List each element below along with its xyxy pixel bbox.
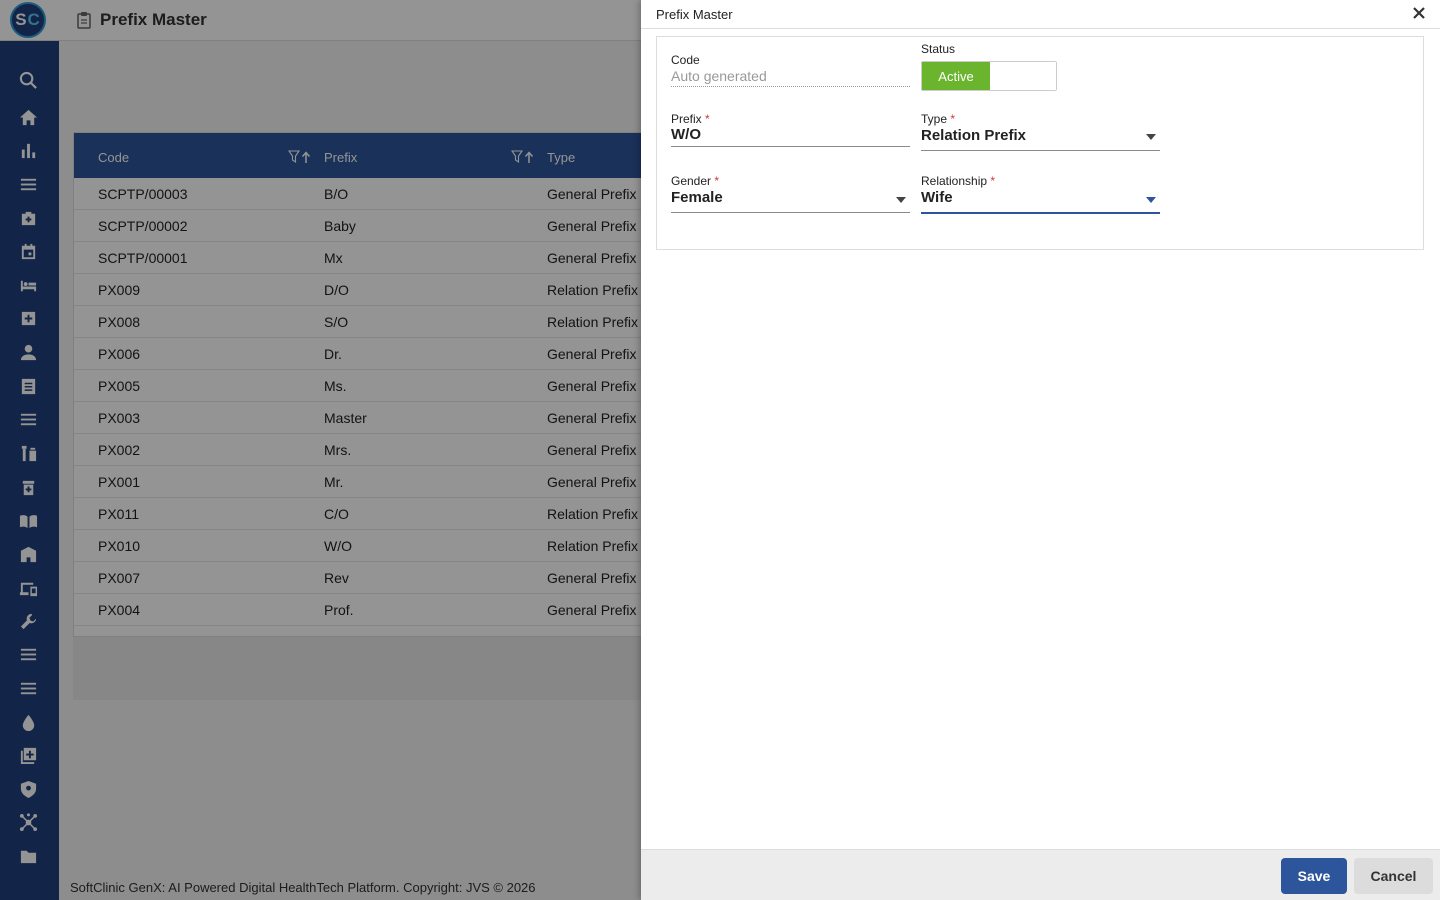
gender-label: Gender * <box>671 174 720 188</box>
status-active-option[interactable]: Active <box>922 62 990 90</box>
type-underline <box>921 150 1160 151</box>
status-inactive-option[interactable] <box>990 62 1056 90</box>
status-toggle[interactable]: Active <box>921 61 1057 91</box>
code-label: Code <box>671 53 700 67</box>
relationship-underline <box>921 212 1160 214</box>
gender-underline <box>671 212 910 213</box>
type-select[interactable]: Relation Prefix <box>921 127 1026 144</box>
relationship-label: Relationship * <box>921 174 996 188</box>
code-underline <box>671 86 910 87</box>
code-field: Auto generated <box>671 68 767 84</box>
drawer-footer: Save Cancel <box>641 849 1440 900</box>
prefix-form: Code Auto generated Status Active Prefix… <box>656 36 1424 250</box>
save-button[interactable]: Save <box>1281 858 1347 894</box>
chevron-down-icon[interactable] <box>896 197 906 203</box>
drawer-header: Prefix Master <box>641 0 1440 29</box>
relationship-select[interactable]: Wife <box>921 189 953 206</box>
type-label: Type * <box>921 112 956 126</box>
drawer-title: Prefix Master <box>656 7 733 22</box>
prefix-master-drawer: Prefix Master Code Auto generated Status… <box>641 0 1440 900</box>
close-icon[interactable] <box>1412 6 1426 20</box>
prefix-input[interactable]: W/O <box>671 126 701 143</box>
status-label: Status <box>921 42 956 56</box>
cancel-button[interactable]: Cancel <box>1354 858 1433 894</box>
chevron-down-icon[interactable] <box>1146 134 1156 140</box>
prefix-underline <box>671 146 910 147</box>
prefix-label: Prefix * <box>671 112 710 126</box>
gender-select[interactable]: Female <box>671 189 723 206</box>
chevron-down-icon[interactable] <box>1146 197 1156 203</box>
